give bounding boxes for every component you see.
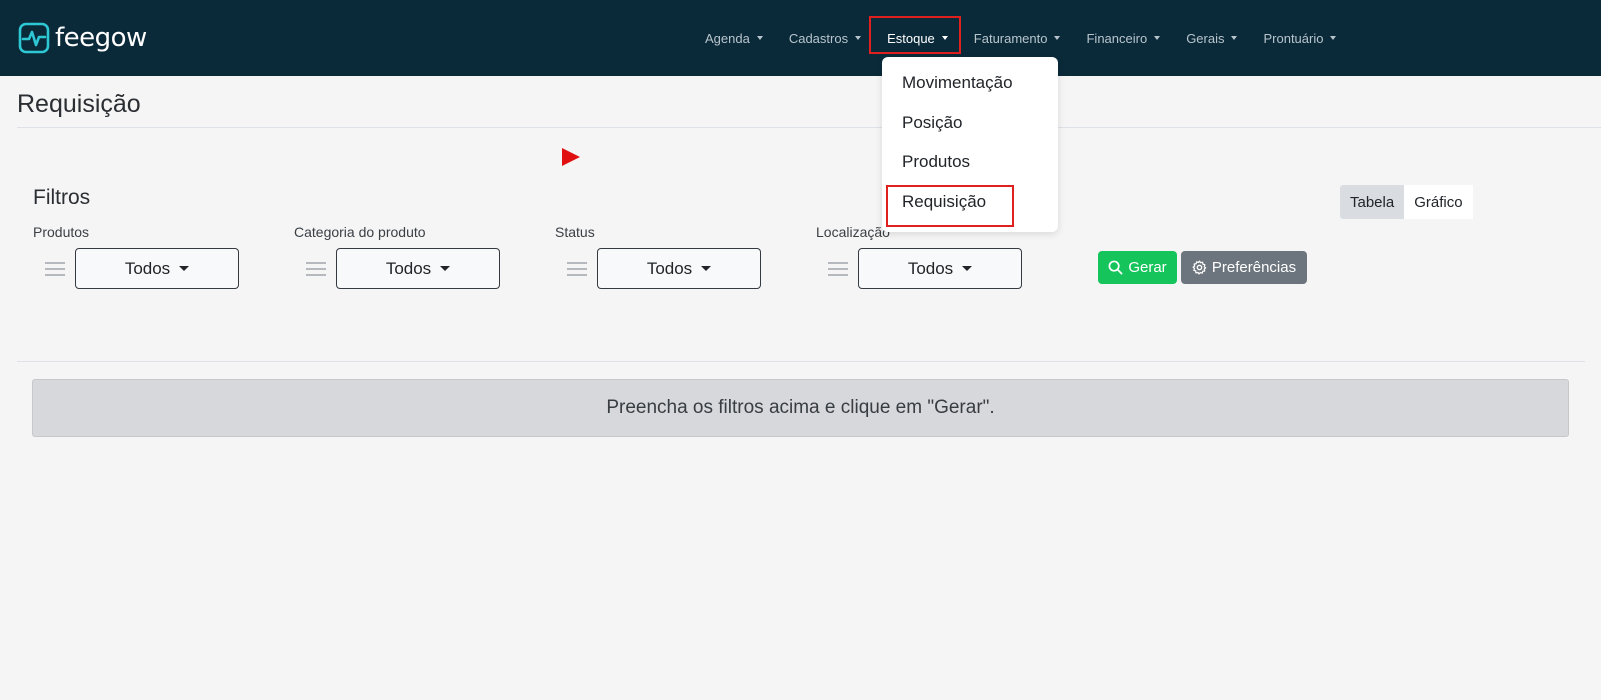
section-divider xyxy=(17,361,1585,362)
feegow-logo[interactable]: feegow xyxy=(18,22,147,54)
filter-localizacao: Localização Todos xyxy=(816,224,1022,289)
filter-label: Status xyxy=(555,224,595,240)
nav-label: Cadastros xyxy=(788,30,849,46)
select-value: Todos xyxy=(385,258,432,278)
caret-down-icon xyxy=(756,36,763,40)
results-placeholder-message: Preencha os filtros acima e clique em "G… xyxy=(32,379,1569,437)
top-navbar: feegow Agenda Cadastros Estoque Faturame… xyxy=(0,0,1601,76)
gerar-button[interactable]: Gerar xyxy=(1098,251,1177,284)
view-toggle: Tabela Gráfico xyxy=(1340,185,1473,219)
categoria-select[interactable]: Todos xyxy=(336,248,500,289)
nav-item-agenda[interactable]: Agenda xyxy=(692,19,776,57)
nav-label: Prontuário xyxy=(1263,30,1324,46)
caret-down-icon xyxy=(1154,36,1161,40)
filters-title: Filtros xyxy=(33,186,91,209)
filter-produtos: Produtos Todos xyxy=(33,224,239,289)
caret-down-icon xyxy=(962,266,973,271)
toggle-tabela[interactable]: Tabela xyxy=(1340,185,1405,219)
drag-handle-icon[interactable] xyxy=(45,261,65,276)
title-divider xyxy=(17,127,1601,128)
filter-label: Produtos xyxy=(33,224,90,240)
dropdown-item-movimentacao[interactable]: Movimentação xyxy=(902,73,1013,93)
caret-down-icon xyxy=(855,36,862,40)
dropdown-item-requisicao[interactable]: Requisição xyxy=(902,192,986,212)
filter-status: Status Todos xyxy=(555,224,761,289)
nav-label: Estoque xyxy=(887,30,935,46)
drag-handle-icon[interactable] xyxy=(828,261,848,276)
drag-handle-icon[interactable] xyxy=(567,261,587,276)
toggle-grafico[interactable]: Gráfico xyxy=(1404,185,1473,219)
nav-item-estoque[interactable]: Estoque xyxy=(874,19,961,57)
caret-down-icon xyxy=(440,266,451,271)
produtos-select[interactable]: Todos xyxy=(75,248,239,289)
filter-label: Categoria do produto xyxy=(294,224,426,240)
nav-item-financeiro[interactable]: Financeiro xyxy=(1073,19,1173,57)
select-value: Todos xyxy=(646,258,693,278)
caret-down-icon xyxy=(701,266,712,271)
page-title: Requisição xyxy=(17,90,141,118)
filter-categoria: Categoria do produto Todos xyxy=(294,224,500,289)
nav-label: Agenda xyxy=(705,30,750,46)
preferencias-button[interactable]: Preferências xyxy=(1181,251,1307,284)
caret-down-icon xyxy=(1054,36,1061,40)
preferencias-label: Preferências xyxy=(1211,259,1297,276)
nav-item-gerais[interactable]: Gerais xyxy=(1173,19,1250,57)
nav-item-faturamento[interactable]: Faturamento xyxy=(961,19,1074,57)
nav-label: Financeiro xyxy=(1086,30,1148,46)
nav-item-prontuario[interactable]: Prontuário xyxy=(1250,19,1349,57)
dropdown-item-posicao[interactable]: Posição xyxy=(902,113,962,133)
search-icon xyxy=(1108,260,1123,275)
gerar-label: Gerar xyxy=(1128,259,1167,276)
dropdown-item-produtos[interactable]: Produtos xyxy=(902,152,970,172)
caret-down-icon xyxy=(1231,36,1238,40)
drag-handle-icon[interactable] xyxy=(306,261,326,276)
localizacao-select[interactable]: Todos xyxy=(858,248,1022,289)
status-select[interactable]: Todos xyxy=(597,248,761,289)
nav-item-cadastros[interactable]: Cadastros xyxy=(776,19,874,57)
select-value: Todos xyxy=(124,258,171,278)
caret-down-icon xyxy=(1330,36,1337,40)
gear-icon xyxy=(1192,260,1207,275)
caret-down-icon xyxy=(179,266,190,271)
estoque-dropdown-menu: Movimentação Posição Produtos Requisição xyxy=(882,57,1058,232)
select-value: Todos xyxy=(907,258,954,278)
pointer-arrow-icon xyxy=(562,148,580,166)
nav-label: Gerais xyxy=(1186,30,1225,46)
heartbeat-logo-icon xyxy=(18,22,50,54)
logo-text: feegow xyxy=(55,23,147,53)
caret-down-icon xyxy=(941,36,948,40)
nav-label: Faturamento xyxy=(973,30,1048,46)
